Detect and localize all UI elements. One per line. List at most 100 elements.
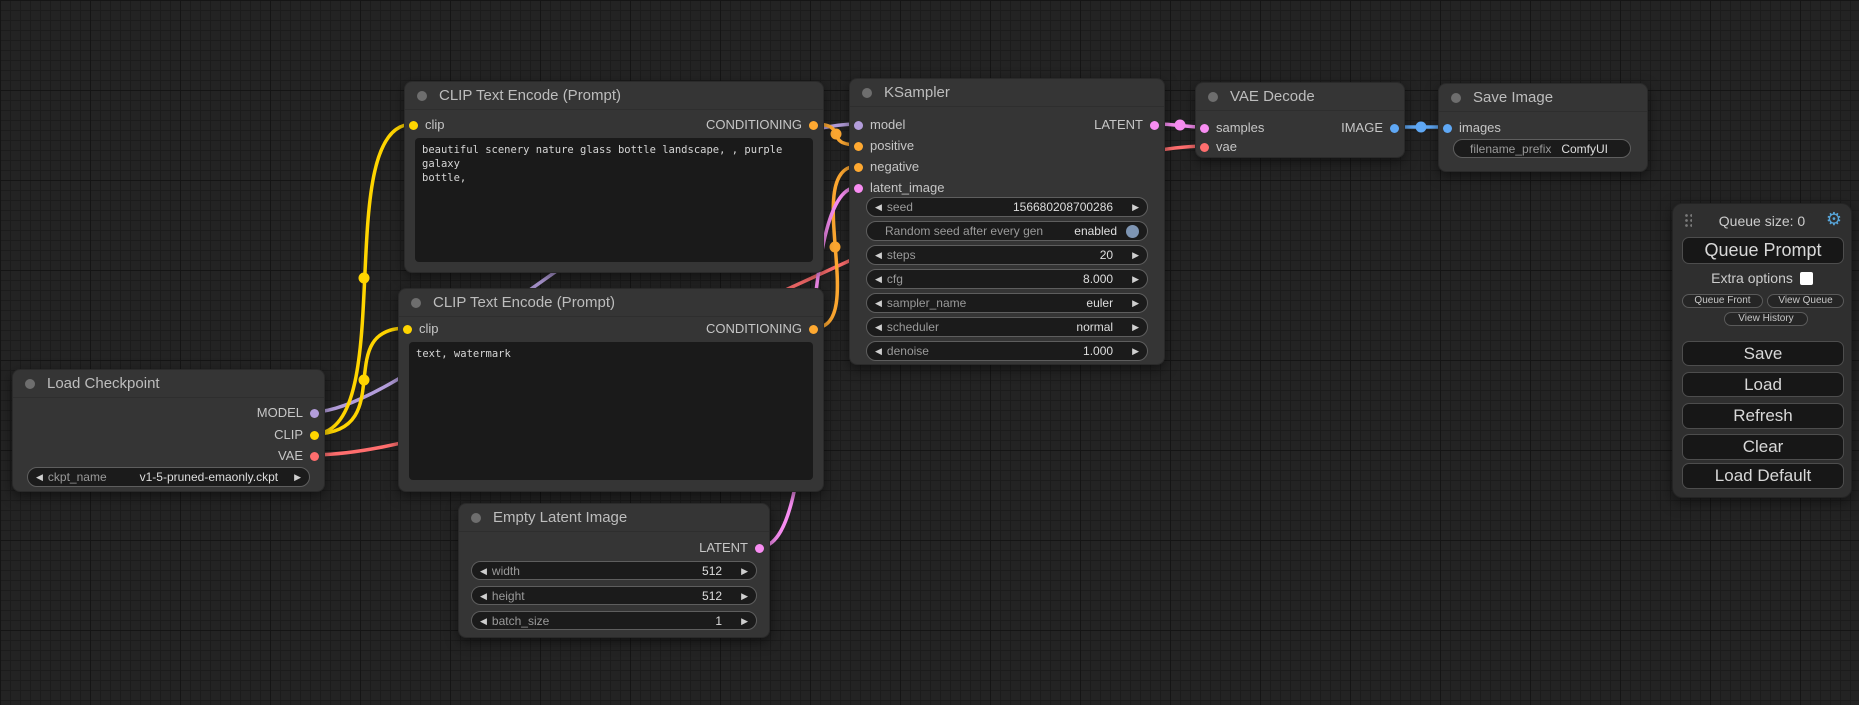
prompt-textarea[interactable]: text, watermark	[409, 342, 813, 480]
conditioning-output-dot[interactable]	[809, 325, 818, 334]
collapse-dot-icon[interactable]	[471, 513, 481, 523]
latent-output-dot[interactable]	[1150, 121, 1159, 130]
samples-input-dot[interactable]	[1200, 124, 1209, 133]
load-default-button[interactable]: Load Default	[1682, 463, 1844, 489]
increment-arrow-icon[interactable]: ▶	[1132, 318, 1139, 336]
model-output-dot[interactable]	[310, 409, 319, 418]
queue-prompt-button[interactable]: Queue Prompt	[1682, 237, 1844, 264]
increment-arrow-icon[interactable]: ▶	[1132, 342, 1139, 360]
model-input-dot[interactable]	[854, 121, 863, 130]
settings-gear-icon[interactable]: ⚙	[1826, 207, 1842, 231]
decrement-arrow-icon[interactable]: ◀	[875, 342, 882, 360]
decrement-arrow-icon[interactable]: ◀	[875, 246, 882, 264]
link-dot	[359, 273, 370, 284]
node-empty-latent-image[interactable]: Empty Latent Image LATENT ◀ width 512 ▶ …	[458, 503, 770, 638]
decrement-arrow-icon[interactable]: ◀	[875, 294, 882, 312]
increment-arrow-icon[interactable]: ▶	[294, 468, 301, 486]
node-ksampler[interactable]: KSampler model positive negative latent_…	[849, 78, 1165, 365]
batch-size-widget[interactable]: ◀ batch_size 1 ▶	[471, 611, 757, 630]
decrement-arrow-icon[interactable]: ◀	[875, 198, 882, 216]
sampler-name-widget[interactable]: ◀ sampler_name euler ▶	[866, 293, 1148, 313]
input-model: model	[854, 118, 905, 132]
node-title[interactable]: Empty Latent Image	[459, 504, 769, 532]
toggle-icon[interactable]	[1126, 225, 1139, 238]
latent-input-dot[interactable]	[854, 184, 863, 193]
clear-button[interactable]: Clear	[1682, 434, 1844, 460]
save-button[interactable]: Save	[1682, 341, 1844, 366]
node-vae-decode[interactable]: VAE Decode samples vae IMAGE	[1195, 82, 1405, 158]
node-title[interactable]: KSampler	[850, 79, 1164, 107]
input-latent-image: latent_image	[854, 181, 944, 195]
node-save-image[interactable]: Save Image images filename_prefix ComfyU…	[1438, 83, 1648, 172]
scheduler-widget[interactable]: ◀ scheduler normal ▶	[866, 317, 1148, 337]
clip-output-dot[interactable]	[310, 431, 319, 440]
cfg-widget[interactable]: ◀ cfg 8.000 ▶	[866, 269, 1148, 289]
conditioning-output-dot[interactable]	[809, 121, 818, 130]
decrement-arrow-icon[interactable]: ◀	[875, 318, 882, 336]
input-positive: positive	[854, 139, 914, 153]
decrement-arrow-icon[interactable]: ◀	[480, 612, 487, 630]
decrement-arrow-icon[interactable]: ◀	[36, 468, 43, 486]
increment-arrow-icon[interactable]: ▶	[741, 612, 748, 630]
increment-arrow-icon[interactable]: ▶	[1132, 270, 1139, 288]
increment-arrow-icon[interactable]: ▶	[741, 562, 748, 580]
view-queue-button[interactable]: View Queue	[1767, 294, 1844, 308]
filename-prefix-widget[interactable]: filename_prefix ComfyUI	[1453, 139, 1631, 158]
clip-input-dot[interactable]	[403, 325, 412, 334]
input-images: images	[1443, 121, 1501, 135]
node-load-checkpoint[interactable]: Load Checkpoint MODEL CLIP VAE ◀ ckpt_na…	[12, 369, 325, 492]
output-model: MODEL	[257, 406, 319, 420]
collapse-dot-icon[interactable]	[1451, 93, 1461, 103]
output-conditioning: CONDITIONING	[706, 322, 818, 336]
ckpt-name-widget[interactable]: ◀ ckpt_name v1-5-pruned-emaonly.ckpt ▶	[27, 467, 310, 487]
queue-front-button[interactable]: Queue Front	[1682, 294, 1763, 308]
output-latent: LATENT	[699, 541, 764, 555]
decrement-arrow-icon[interactable]: ◀	[480, 587, 487, 605]
width-widget[interactable]: ◀ width 512 ▶	[471, 561, 757, 580]
latent-output-dot[interactable]	[755, 544, 764, 553]
random-seed-toggle-widget[interactable]: Random seed after every gen enabled	[866, 221, 1148, 241]
extra-options-label: Extra options	[1711, 270, 1793, 286]
decrement-arrow-icon[interactable]: ◀	[875, 270, 882, 288]
node-title[interactable]: CLIP Text Encode (Prompt)	[399, 289, 823, 317]
vae-input-dot[interactable]	[1200, 143, 1209, 152]
input-samples: samples	[1200, 121, 1264, 135]
node-graph-canvas[interactable]: Load Checkpoint MODEL CLIP VAE ◀ ckpt_na…	[0, 0, 1859, 705]
link-dot	[1175, 120, 1186, 131]
clip-input-dot[interactable]	[409, 121, 418, 130]
increment-arrow-icon[interactable]: ▶	[1132, 294, 1139, 312]
decrement-arrow-icon[interactable]: ◀	[480, 562, 487, 580]
denoise-widget[interactable]: ◀ denoise 1.000 ▶	[866, 341, 1148, 361]
images-input-dot[interactable]	[1443, 124, 1452, 133]
load-button[interactable]: Load	[1682, 372, 1844, 397]
node-clip-text-encode-positive[interactable]: CLIP Text Encode (Prompt) clip CONDITION…	[404, 81, 824, 273]
collapse-dot-icon[interactable]	[417, 91, 427, 101]
increment-arrow-icon[interactable]: ▶	[1132, 198, 1139, 216]
refresh-button[interactable]: Refresh	[1682, 403, 1844, 429]
image-output-dot[interactable]	[1390, 124, 1399, 133]
link-dot	[1416, 122, 1427, 133]
collapse-dot-icon[interactable]	[411, 298, 421, 308]
view-history-button[interactable]: View History	[1724, 312, 1808, 326]
seed-widget[interactable]: ◀ seed 156680208700286 ▶	[866, 197, 1148, 217]
increment-arrow-icon[interactable]: ▶	[1132, 246, 1139, 264]
queue-panel: Queue size: 0 ⚙ Queue Prompt Extra optio…	[1672, 203, 1852, 498]
node-title[interactable]: CLIP Text Encode (Prompt)	[405, 82, 823, 110]
node-title[interactable]: Load Checkpoint	[13, 370, 324, 398]
prompt-textarea[interactable]: beautiful scenery nature glass bottle la…	[415, 138, 813, 262]
node-title[interactable]: VAE Decode	[1196, 83, 1404, 111]
vae-output-dot[interactable]	[310, 452, 319, 461]
collapse-dot-icon[interactable]	[1208, 92, 1218, 102]
negative-input-dot[interactable]	[854, 163, 863, 172]
input-clip: clip	[403, 322, 439, 336]
positive-input-dot[interactable]	[854, 142, 863, 151]
node-title[interactable]: Save Image	[1439, 84, 1647, 112]
collapse-dot-icon[interactable]	[862, 88, 872, 98]
extra-options-checkbox[interactable]	[1800, 272, 1813, 285]
queue-size-label: Queue size: 0	[1673, 211, 1851, 231]
increment-arrow-icon[interactable]: ▶	[741, 587, 748, 605]
steps-widget[interactable]: ◀ steps 20 ▶	[866, 245, 1148, 265]
node-clip-text-encode-negative[interactable]: CLIP Text Encode (Prompt) clip CONDITION…	[398, 288, 824, 492]
collapse-dot-icon[interactable]	[25, 379, 35, 389]
height-widget[interactable]: ◀ height 512 ▶	[471, 586, 757, 605]
